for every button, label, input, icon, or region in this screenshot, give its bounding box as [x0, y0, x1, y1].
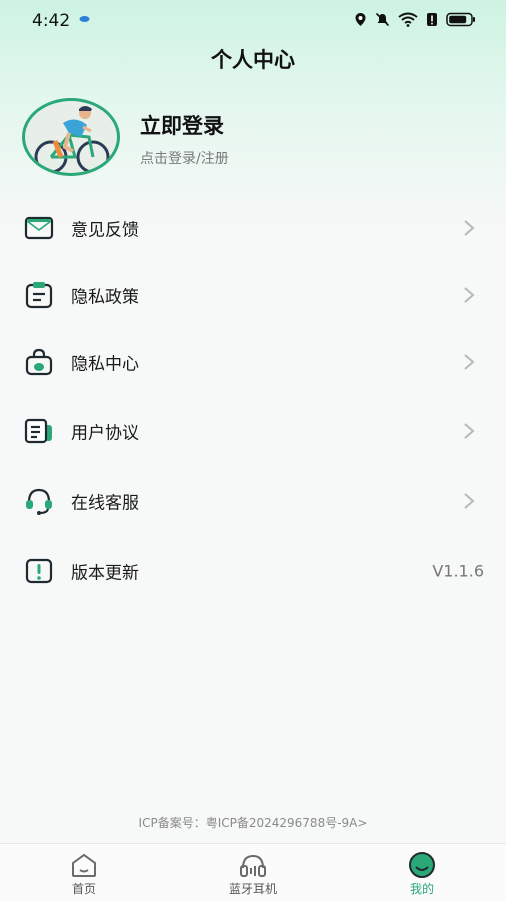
menu-label: 隐私中心	[71, 354, 139, 375]
menu-label: 版本更新	[71, 563, 139, 584]
status-icons	[354, 12, 476, 27]
menu-item-feedback[interactable]: 意见反馈	[0, 198, 506, 258]
document-icon	[24, 418, 52, 444]
tab-label: 我的	[409, 882, 434, 896]
version-value: V1.1.6	[432, 561, 484, 581]
tab-label: 首页	[71, 882, 96, 896]
chevron-right-icon	[464, 220, 475, 236]
headphones-icon	[240, 854, 266, 877]
lock-bag-icon	[25, 348, 53, 376]
alert-icon	[25, 558, 53, 584]
battery-icon	[446, 12, 475, 27]
clipboard-icon	[25, 282, 53, 309]
chevron-right-icon	[464, 354, 475, 370]
menu-label: 在线客服	[71, 493, 139, 514]
avatar[interactable]	[22, 98, 120, 176]
menu-item-user-agreement[interactable]: 用户协议	[0, 401, 506, 461]
page-title: 个人中心	[211, 48, 295, 72]
menu-item-privacy-center[interactable]: 隐私中心	[0, 332, 506, 392]
menu-item-online-service[interactable]: 在线客服	[0, 471, 506, 531]
home-icon	[72, 853, 96, 877]
login-subtitle[interactable]: 点击登录/注册	[140, 148, 229, 168]
menu-label: 用户协议	[71, 423, 139, 444]
tab-home[interactable]: 首页	[24, 844, 144, 901]
chevron-right-icon	[464, 423, 475, 439]
login-title[interactable]: 立即登录	[140, 110, 224, 140]
notification-app-icon	[79, 16, 90, 22]
chevron-right-icon	[464, 287, 475, 303]
smile-icon	[409, 852, 435, 878]
tab-label: 蓝牙耳机	[228, 882, 277, 896]
menu-label: 意见反馈	[71, 220, 139, 241]
menu-item-privacy-policy[interactable]: 隐私政策	[0, 265, 506, 325]
mail-icon	[24, 216, 54, 240]
status-time: 4:42	[32, 11, 71, 31]
wifi-icon	[398, 12, 418, 27]
menu-item-version-update[interactable]: 版本更新 V1.1.6	[0, 541, 506, 601]
tab-mine[interactable]: 我的	[362, 844, 482, 901]
menu-label: 隐私政策	[71, 287, 139, 308]
bottom-tab-bar: 首页 蓝牙耳机 我的	[0, 843, 506, 901]
status-bar: 4:42	[0, 0, 506, 40]
tab-bluetooth-headphones[interactable]: 蓝牙耳机	[193, 844, 313, 901]
headset-icon	[26, 488, 52, 515]
mute-icon	[375, 12, 390, 27]
chevron-right-icon	[464, 493, 475, 509]
sim-alert-icon	[427, 13, 437, 26]
location-icon	[355, 13, 366, 26]
icp-record[interactable]: ICP备案号：粤ICP备2024296788号-9A>	[0, 814, 506, 831]
cyclist-avatar-image	[34, 106, 110, 173]
